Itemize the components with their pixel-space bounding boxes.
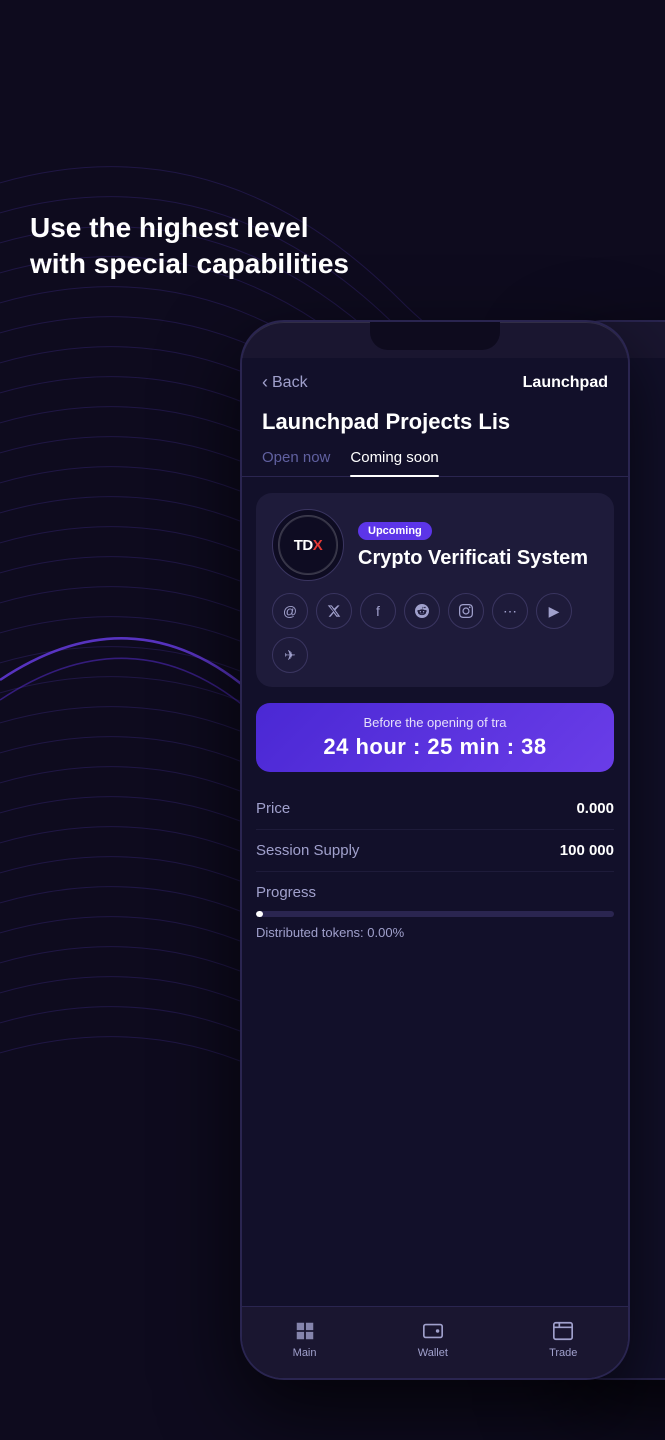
main-nav-icon: [293, 1319, 317, 1343]
card-info: Upcoming Crypto Verificati System: [358, 521, 598, 570]
price-label: Price: [256, 800, 290, 817]
countdown-banner: Before the opening of tra 24 hour : 25 m…: [256, 703, 614, 772]
supply-label: Session Supply: [256, 842, 359, 859]
price-value: 0.000: [576, 800, 614, 817]
detail-price-row: Price 0.000: [256, 788, 614, 830]
countdown-label: Before the opening of tra: [272, 715, 598, 730]
header-title: Launchpad: [523, 374, 608, 392]
progress-bar-track: [256, 911, 614, 917]
upcoming-badge: Upcoming: [358, 522, 432, 540]
countdown-timer: 24 hour : 25 min : 38: [272, 734, 598, 760]
project-card: TDX Upcoming Crypto Verificati System @: [256, 493, 614, 687]
token-logo: TDX: [272, 509, 344, 581]
detail-supply-row: Session Supply 100 000: [256, 830, 614, 872]
social-icons-row: @ f ⋯ ▶ ✈: [256, 593, 614, 687]
wallet-nav-label: Wallet: [418, 1347, 448, 1359]
notch: [370, 322, 500, 350]
trade-nav-label: Trade: [549, 1347, 577, 1359]
reddit-icon[interactable]: [404, 593, 440, 629]
at-icon[interactable]: @: [272, 593, 308, 629]
bottom-nav: Main Wallet Trade: [242, 1306, 628, 1378]
telegram-icon[interactable]: ✈: [272, 637, 308, 673]
tab-coming-soon[interactable]: Coming soon: [350, 449, 438, 476]
phone-header: ‹ Back Launchpad: [242, 358, 628, 403]
progress-bar-fill: [256, 911, 263, 917]
wallet-nav-icon: [421, 1319, 445, 1343]
progress-section: Progress Distributed tokens: 0.00%: [256, 884, 614, 940]
card-top: TDX Upcoming Crypto Verificati System: [256, 493, 614, 593]
back-button[interactable]: ‹ Back: [262, 372, 308, 393]
tabs-row: Open now Coming soon: [242, 449, 628, 477]
headline: Use the highest level with special capab…: [30, 210, 350, 283]
page-title: Launchpad Projects Lis: [242, 403, 628, 449]
details-section: Price 0.000 Session Supply 100 000: [256, 788, 614, 872]
distributed-text: Distributed tokens: 0.00%: [256, 925, 614, 940]
trade-nav-icon: [551, 1319, 575, 1343]
more-icon[interactable]: ⋯: [492, 593, 528, 629]
phone-frame: ‹ Back Launchpad Launchpad Projects Lis …: [240, 320, 630, 1380]
instagram-icon[interactable]: [448, 593, 484, 629]
youtube-icon[interactable]: ▶: [536, 593, 572, 629]
nav-wallet[interactable]: Wallet: [418, 1319, 448, 1359]
project-name: Crypto Verificati System: [358, 546, 598, 570]
tab-open-now[interactable]: Open now: [262, 449, 330, 476]
facebook-icon[interactable]: f: [360, 593, 396, 629]
supply-value: 100 000: [560, 842, 614, 859]
progress-label: Progress: [256, 884, 614, 901]
back-label: Back: [272, 374, 308, 392]
token-logo-inner: TDX: [278, 515, 338, 575]
logo-ring: [279, 516, 337, 574]
main-nav-label: Main: [293, 1347, 317, 1359]
phone-screen: ‹ Back Launchpad Launchpad Projects Lis …: [242, 358, 628, 1378]
nav-trade[interactable]: Trade: [549, 1319, 577, 1359]
back-chevron-icon: ‹: [262, 372, 268, 393]
main-phone: ‹ Back Launchpad Launchpad Projects Lis …: [240, 320, 630, 1380]
nav-main[interactable]: Main: [293, 1319, 317, 1359]
twitter-icon[interactable]: [316, 593, 352, 629]
